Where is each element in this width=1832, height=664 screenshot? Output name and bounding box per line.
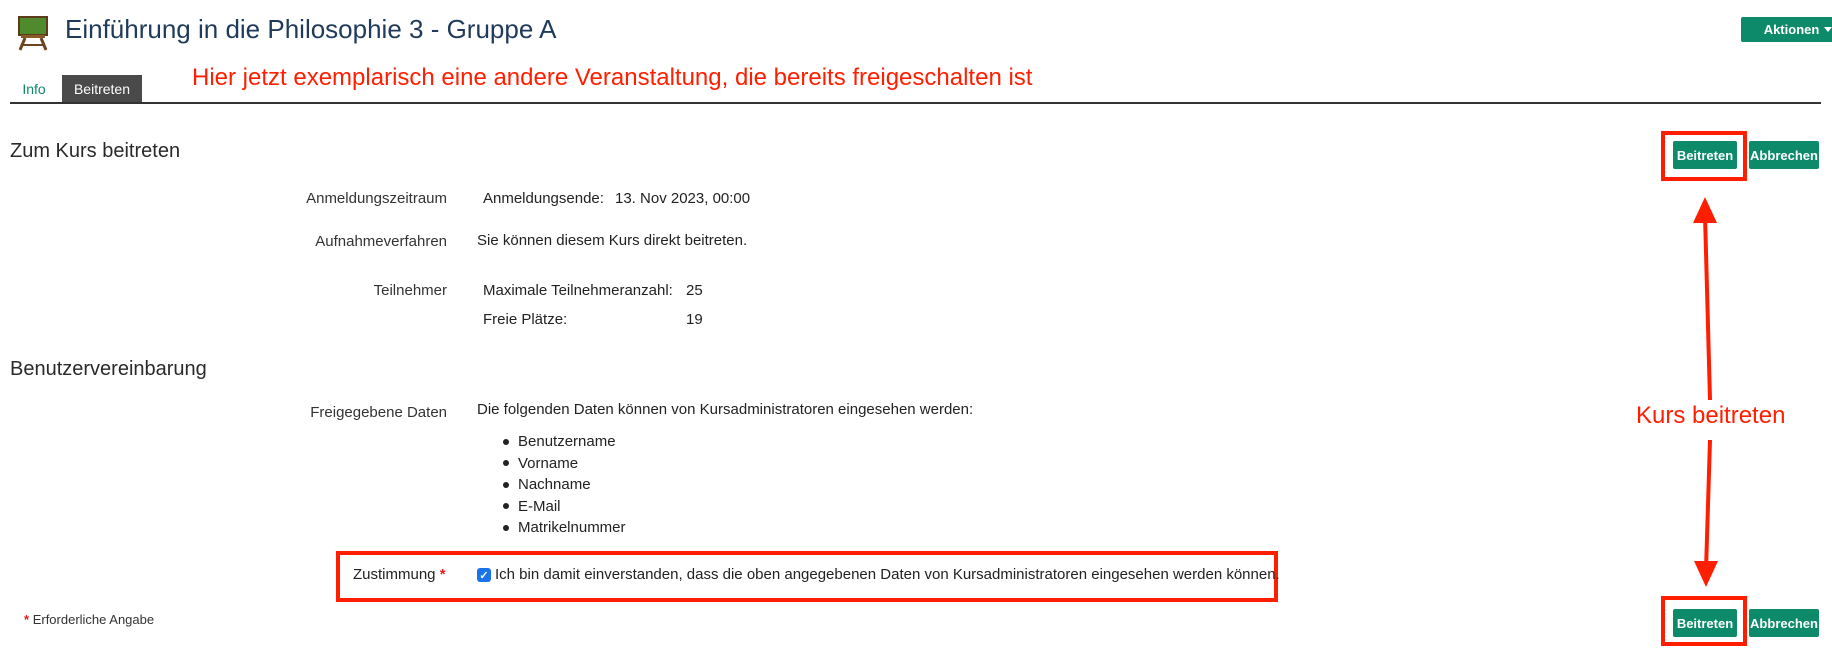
participants-label: Teilnehmer [373,282,447,299]
admission-label: Aufnahmeverfahren [315,233,447,250]
checkmark-icon: ✓ [479,569,489,582]
cancel-button-top[interactable]: Abbrechen [1749,141,1819,169]
required-note-text: Erforderliche Angabe [32,612,155,627]
arrow-up-line [1703,214,1712,401]
shared-data-label: Freigegebene Daten [310,404,447,421]
participants-max-label: Maximale Teilnehmeranzahl: [483,282,673,299]
participants-free-value: 19 [686,311,703,328]
tab-divider [10,102,1821,104]
actions-dropdown-button[interactable]: Aktionen [1741,17,1832,42]
consent-label: Zustimmung * [353,566,446,583]
registration-end-label: Anmeldungsende: [483,190,604,207]
list-item: Vorname [503,453,626,475]
join-button-bottom[interactable]: Beitreten [1673,609,1737,637]
shared-data-list: Benutzername Vorname Nachname E-Mail Mat… [503,431,626,539]
registration-end-value: 13. Nov 2023, 00:00 [615,190,751,207]
annotation-side: Kurs beitreten [1636,402,1786,429]
arrow-down-head [1694,561,1718,587]
join-section-title: Zum Kurs beitreten [10,140,181,162]
required-mark: * [439,566,446,583]
actions-label: Aktionen [1763,22,1820,37]
arrow-up-head [1693,197,1717,223]
required-mark: * [24,612,30,627]
list-item: Matrikelnummer [503,517,626,539]
participants-max-value: 25 [686,282,703,299]
join-button-top[interactable]: Beitreten [1673,141,1737,169]
list-item: Benutzername [503,431,626,453]
participants-free-label: Freie Plätze: [483,311,568,328]
page-title: Einführung in die Philosophie 3 - Gruppe… [65,14,557,44]
annotation-arrows [1693,197,1718,587]
consent-label-text: Zustimmung [353,566,436,583]
consent-checkbox[interactable]: ✓ [477,568,491,582]
list-item: Nachname [503,474,626,496]
caret-down-icon [1824,27,1832,32]
registration-label: Anmeldungszeitraum [306,190,447,207]
cancel-button-bottom[interactable]: Abbrechen [1749,609,1819,637]
annotation-top: Hier jetzt exemplarisch eine andere Vera… [192,64,1033,91]
list-item: E-Mail [503,496,626,518]
course-chalkboard-icon [17,15,49,51]
tab-info[interactable]: Info [10,75,58,103]
consent-text: Ich bin damit einverstanden, dass die ob… [495,566,1280,583]
agreement-section-title: Benutzervereinbarung [10,358,207,380]
arrow-down-line [1704,439,1712,571]
shared-data-intro: Die folgenden Daten können von Kursadmin… [477,401,974,418]
admission-value: Sie können diesem Kurs direkt beitreten. [477,232,748,249]
tab-beitreten[interactable]: Beitreten [62,75,142,103]
required-note: * Erforderliche Angabe [24,612,154,627]
